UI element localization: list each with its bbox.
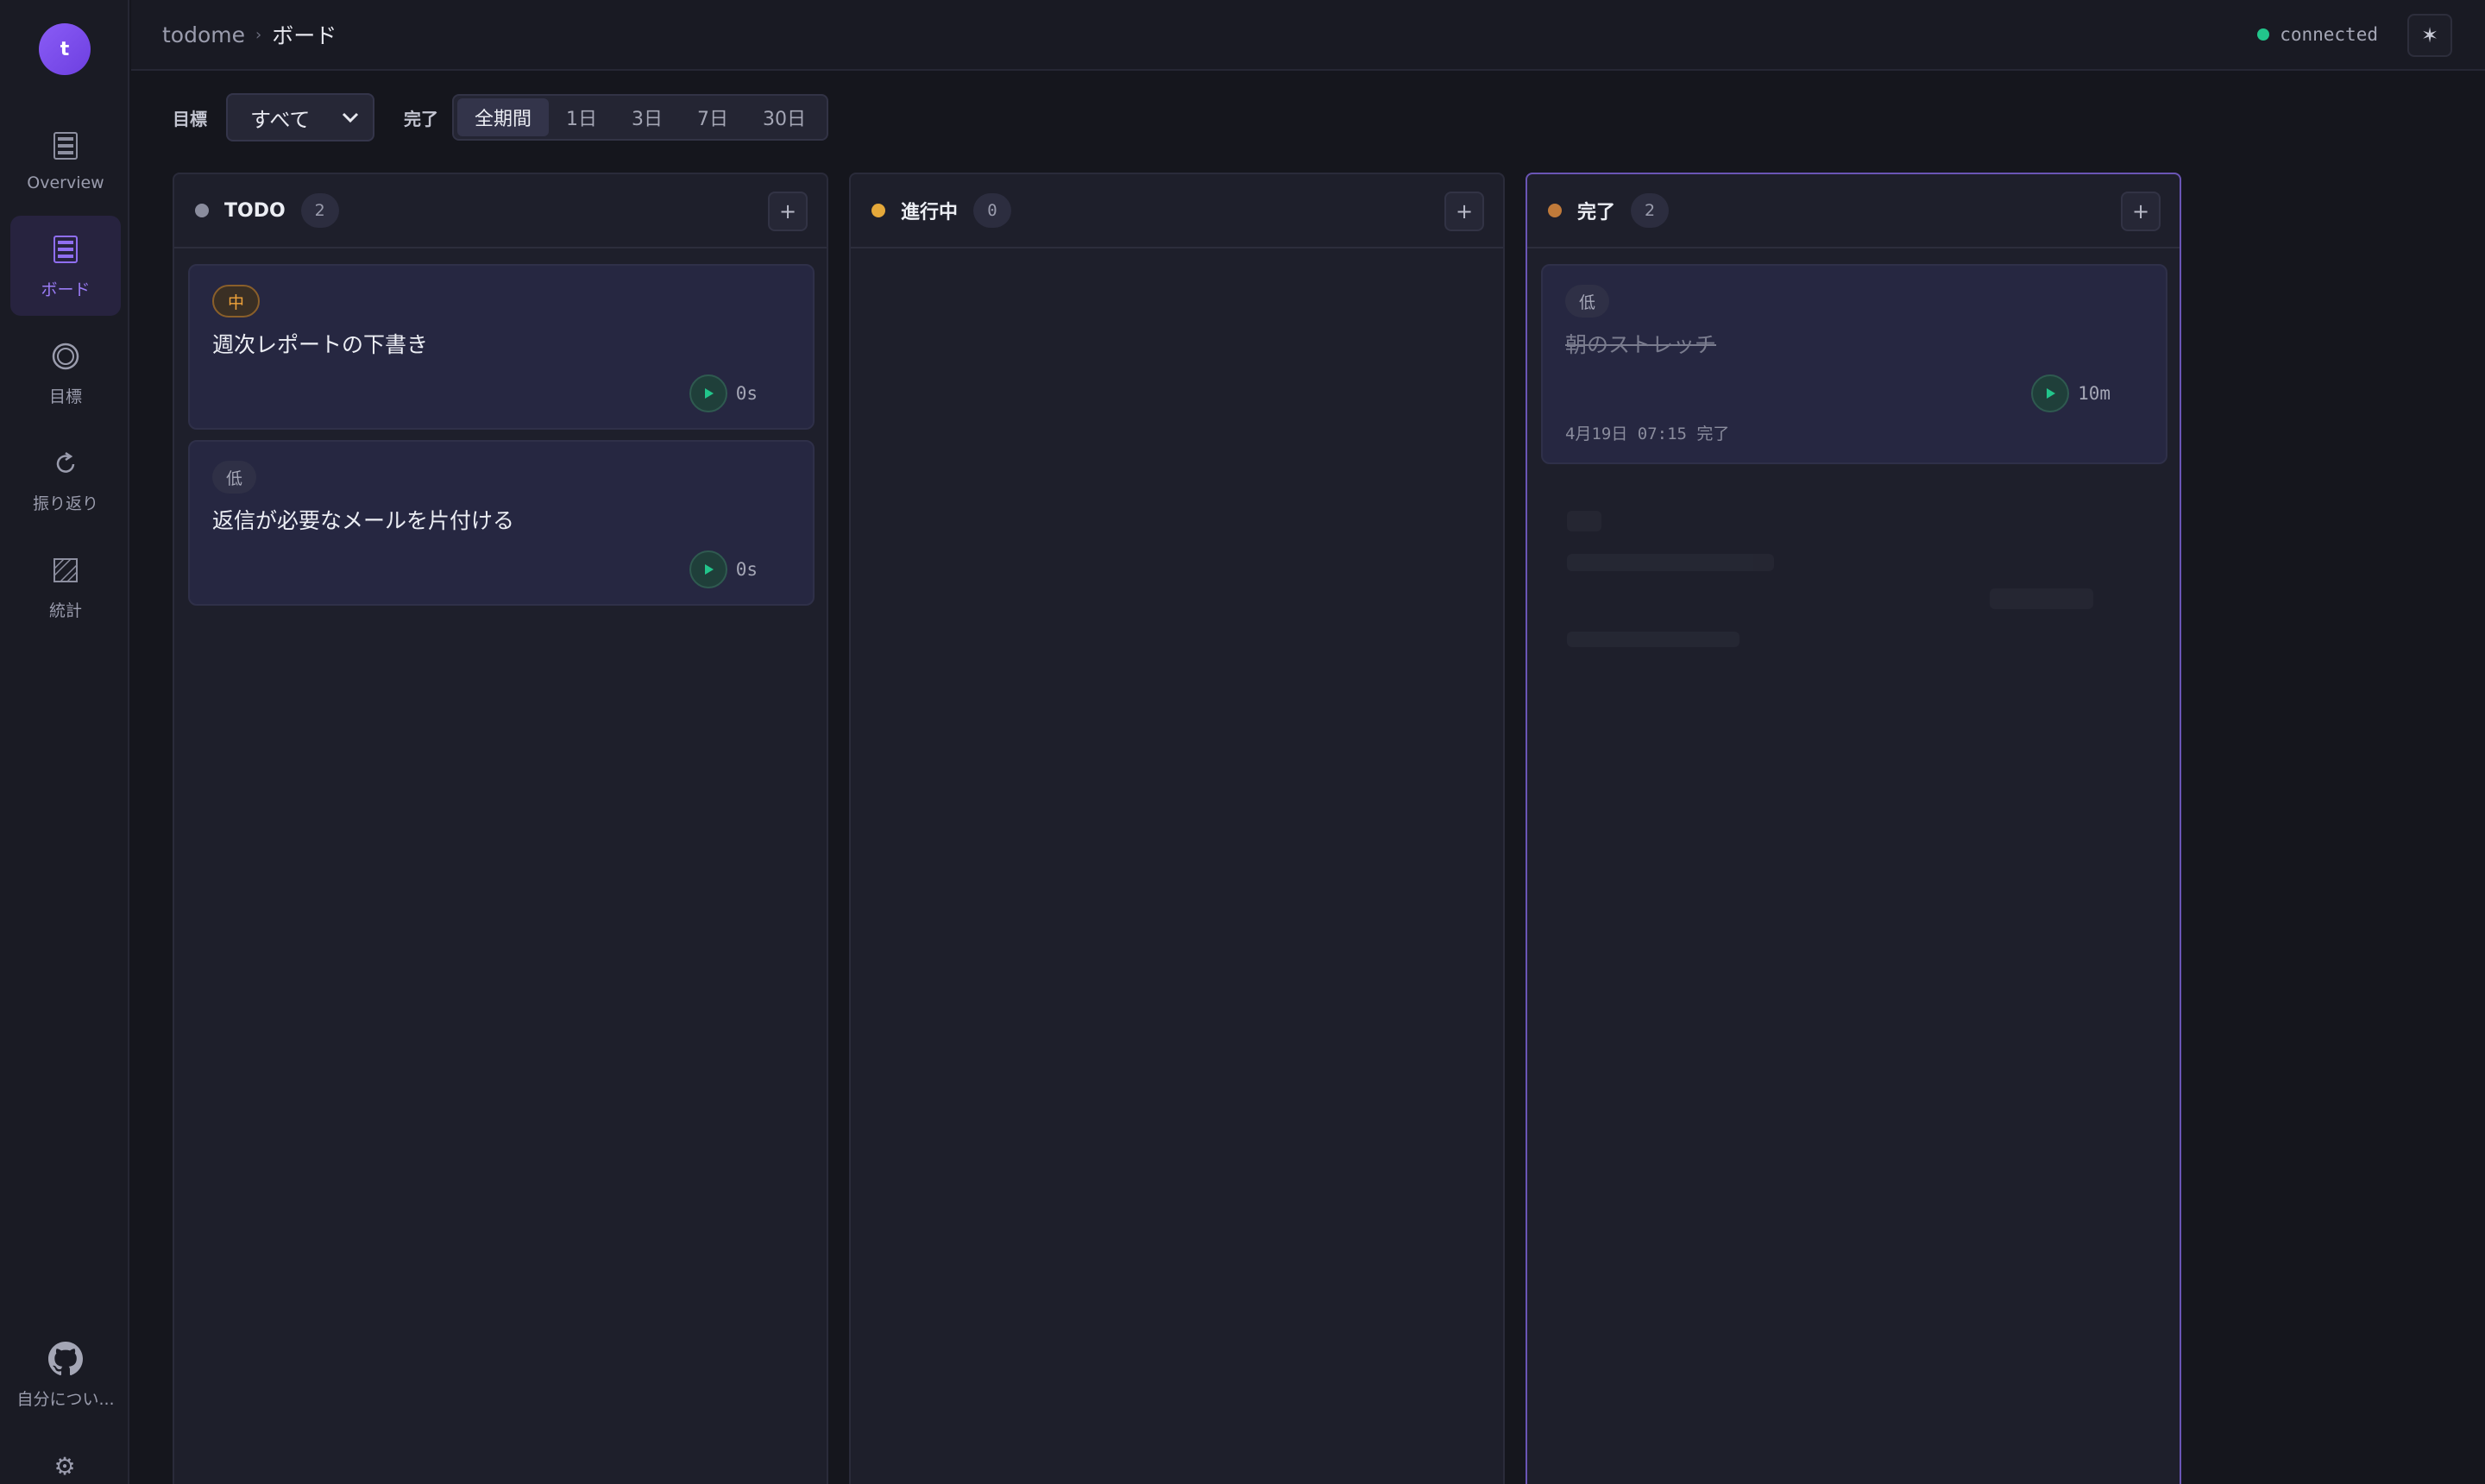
board-icon	[48, 232, 83, 267]
sidebar-item-board[interactable]: ボード	[10, 216, 121, 316]
breadcrumb-separator: ›	[255, 25, 262, 44]
target-icon	[48, 339, 83, 374]
task-card[interactable]: 低 返信が必要なメールを片付ける 0s	[188, 440, 815, 606]
column-status-dot	[1548, 204, 1562, 217]
priority-badge: 低	[1565, 285, 1610, 318]
sidebar-item-label: 振り返り	[32, 494, 98, 513]
range-1d[interactable]: 1日	[549, 98, 614, 136]
sidebar-item-review[interactable]: 振り返り	[10, 430, 121, 530]
column-title: 完了	[1577, 202, 1616, 223]
sidebar-item-label: 統計	[48, 601, 82, 620]
filter-bar: 目標 すべて 完了 全期間 1日 3日 7日 30日	[173, 93, 829, 141]
sidebar-item-label: 目標	[48, 387, 82, 406]
column-count: 2	[300, 193, 339, 228]
sidebar-item-goals[interactable]: 目標	[10, 323, 121, 423]
column-todo: TODO 2 + 中 週次レポートの下書き 0s 低 返信が必要なメールを片付け…	[173, 173, 828, 1484]
status-dot	[2257, 28, 2270, 41]
add-card-button[interactable]: +	[2121, 192, 2161, 231]
add-card-button[interactable]: +	[768, 192, 808, 231]
timer-value: 10m	[2078, 383, 2111, 404]
column-status-dot	[871, 204, 885, 217]
ghost-line	[1990, 588, 2093, 609]
sidebar-item-about[interactable]: 自分につい...	[10, 1325, 121, 1425]
range-all[interactable]: 全期間	[457, 98, 550, 136]
column-title: TODO	[224, 199, 286, 222]
column-header: 進行中 0 +	[851, 174, 1503, 248]
refresh-icon	[48, 446, 83, 481]
goal-filter-label: 目標	[173, 108, 207, 129]
ghost-line	[1567, 511, 1601, 531]
breadcrumb-page: ボード	[272, 23, 337, 48]
column-status-dot	[195, 204, 209, 217]
breadcrumb-app[interactable]: todome	[162, 22, 245, 47]
top-header: todome › ボード connected ✶	[131, 0, 2485, 71]
task-timer: 0s	[689, 550, 758, 588]
task-title: 返信が必要なメールを片付ける	[212, 508, 515, 533]
priority-badge: 中	[212, 285, 261, 318]
task-timer: 0s	[689, 374, 758, 412]
user-avatar[interactable]: t	[39, 23, 91, 75]
sidebar-item-label: 自分につい...	[16, 1389, 115, 1409]
range-7d[interactable]: 7日	[680, 98, 746, 136]
range-3d[interactable]: 3日	[614, 98, 680, 136]
drag-ghost-card	[1541, 485, 2167, 657]
breadcrumb: todome › ボード	[162, 19, 337, 50]
task-card[interactable]: 中 週次レポートの下書き 0s	[188, 264, 815, 430]
completed-at: 4月19日 07:15 完了	[1565, 424, 1730, 443]
task-title: 朝のストレッチ	[1565, 332, 1717, 357]
sidebar: t Overview ボード 目標 振り返り 統計 自分につい... ⚙	[0, 0, 129, 1484]
range-30d[interactable]: 30日	[746, 98, 823, 136]
task-title: 週次レポートの下書き	[212, 332, 429, 357]
status-text: connected	[2280, 24, 2378, 45]
chevron-down-icon	[342, 107, 359, 129]
add-card-button[interactable]: +	[1444, 192, 1484, 231]
column-title: 進行中	[901, 202, 959, 223]
goal-select-value: すべて	[250, 107, 311, 132]
connection-status: connected	[2257, 24, 2378, 45]
timer-value: 0s	[735, 559, 758, 580]
sidebar-item-stats[interactable]: 統計	[10, 537, 121, 637]
sidebar-item-overview[interactable]: Overview	[10, 110, 121, 211]
column-done: 完了 2 + 低 朝のストレッチ 10m 4月19日 07:15 完了	[1526, 173, 2181, 1484]
column-header: TODO 2 +	[174, 174, 827, 248]
play-icon[interactable]	[2031, 374, 2070, 412]
play-icon[interactable]	[689, 374, 727, 412]
done-range-segmented: 全期間 1日 3日 7日 30日	[452, 94, 829, 141]
stats-icon	[48, 553, 83, 588]
goal-select[interactable]: すべて	[226, 93, 374, 141]
task-card[interactable]: 低 朝のストレッチ 10m 4月19日 07:15 完了	[1541, 264, 2167, 464]
task-timer: 10m	[2031, 374, 2111, 412]
column-in-progress: 進行中 0 +	[849, 173, 1505, 1484]
column-header: 完了 2 +	[1527, 174, 2180, 248]
priority-badge: 低	[212, 461, 257, 494]
timer-value: 0s	[735, 383, 758, 404]
column-count: 0	[973, 193, 1012, 228]
column-count: 2	[1631, 193, 1670, 228]
sidebar-item-label: Overview	[27, 173, 104, 192]
ghost-line	[1567, 632, 1740, 647]
theme-toggle-button[interactable]: ✶	[2407, 14, 2452, 57]
sidebar-item-label: ボード	[41, 280, 91, 299]
play-icon[interactable]	[689, 550, 727, 588]
sun-icon: ✶	[2420, 23, 2439, 47]
ghost-line	[1567, 554, 1774, 571]
github-icon	[48, 1341, 83, 1376]
grid-icon	[48, 129, 83, 163]
gear-icon[interactable]: ⚙	[47, 1449, 82, 1484]
done-filter-label: 完了	[404, 108, 438, 129]
